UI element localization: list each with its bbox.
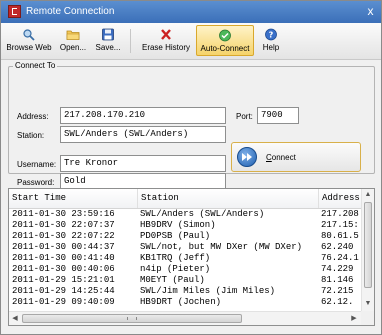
history-row[interactable]: 2011-01-30 22:07:37 HB9DRV (Simon) 217.15: — [9, 220, 361, 231]
save-button[interactable]: Save... — [91, 25, 125, 56]
address-field[interactable]: 217.208.170.210 — [60, 107, 226, 124]
help-icon: ? — [264, 28, 278, 41]
history-row[interactable]: 2011-01-30 00:44:37 SWL/not, but MW DXer … — [9, 242, 361, 253]
username-label: Username: — [17, 160, 57, 169]
connect-to-legend: Connect To — [13, 61, 58, 70]
scroll-left-icon[interactable]: ◀ — [9, 312, 21, 325]
connect-button[interactable]: Connect — [231, 142, 361, 172]
column-header-start-time[interactable]: Start Time — [12, 193, 66, 203]
station-field[interactable]: SWL/Anders (SWL/Anders) — [60, 126, 226, 143]
port-label: Port: — [236, 112, 253, 121]
help-label: Help — [262, 43, 280, 52]
open-label: Open... — [59, 43, 87, 52]
row-station: HB9DRV (Simon) — [140, 220, 216, 230]
row-station: SWL/not, but MW DXer (MW DXer) — [140, 242, 303, 252]
row-start-time: 2011-01-30 00:41:40 — [12, 253, 115, 263]
address-label: Address: — [17, 112, 49, 121]
browse-web-button[interactable]: Browse Web — [4, 25, 54, 56]
toolbar: Browse Web Open... Save... Erase History — [1, 23, 381, 60]
history-row[interactable]: 2011-01-30 00:41:40 KB1TRQ (Jeff) 76.24.1 — [9, 253, 361, 264]
title-bar[interactable]: Remote Connection x — [1, 1, 381, 23]
history-row[interactable]: 2011-01-30 23:59:16 SWL/Anders (SWL/Ander… — [9, 209, 361, 220]
horizontal-scrollbar[interactable]: ◀ ▶ — [9, 311, 361, 325]
row-address: 217.15: — [321, 220, 359, 230]
close-button[interactable]: x — [364, 5, 377, 18]
browse-web-label: Browse Web — [6, 43, 52, 52]
row-address: 80.61.5 — [321, 231, 359, 241]
horizontal-scroll-thumb[interactable] — [22, 314, 242, 323]
row-start-time: 2011-01-29 14:25:44 — [12, 286, 115, 296]
row-address: 76.24.1 — [321, 253, 359, 263]
column-header-station[interactable]: Station — [141, 193, 179, 203]
row-start-time: 2011-01-30 22:07:37 — [12, 220, 115, 230]
port-field[interactable]: 7900 — [257, 107, 299, 124]
row-address: 81.146 — [321, 275, 354, 285]
column-divider[interactable] — [318, 189, 319, 208]
row-start-time: 2011-01-30 00:40:06 — [12, 264, 115, 274]
open-button[interactable]: Open... — [56, 25, 90, 56]
row-station: SWL/Anders (SWL/Anders) — [140, 209, 265, 219]
auto-connect-label: Auto-Connect — [200, 44, 250, 53]
green-check-icon — [218, 29, 232, 42]
erase-history-button[interactable]: Erase History — [137, 25, 195, 56]
scroll-right-icon[interactable]: ▶ — [348, 312, 360, 325]
row-start-time: 2011-01-29 09:40:09 — [12, 297, 115, 307]
column-header-address[interactable]: Address — [322, 193, 360, 203]
grip-icon — [127, 317, 137, 320]
username-field[interactable]: Tre Kronor — [60, 155, 226, 172]
help-button[interactable]: ? Help — [258, 25, 284, 56]
erase-history-label: Erase History — [141, 43, 190, 52]
history-list[interactable]: Start Time Station Address 2011-01-30 23… — [8, 188, 375, 326]
row-address: 62.12. — [321, 297, 354, 307]
station-label: Station: — [17, 131, 45, 140]
connect-arrow-icon — [237, 147, 257, 167]
row-start-time: 2011-01-29 15:21:01 — [12, 275, 115, 285]
scrollbar-corner — [361, 311, 374, 325]
row-address: 62.240 — [321, 242, 354, 252]
folder-icon — [66, 28, 80, 41]
scroll-up-icon[interactable]: ▲ — [362, 189, 374, 201]
row-station: SWL/Jim Miles (Jim Miles) — [140, 286, 276, 296]
history-row[interactable]: 2011-01-30 00:40:06 n4ip (Pieter) 74.229 — [9, 264, 361, 275]
row-start-time: 2011-01-30 22:07:22 — [12, 231, 115, 241]
connect-label: Connect — [266, 153, 296, 162]
vertical-scroll-thumb[interactable] — [364, 202, 372, 288]
row-address: 217.208 — [321, 209, 359, 219]
app-icon — [8, 5, 21, 18]
password-label: Password: — [17, 178, 55, 187]
history-rows: 2011-01-30 23:59:16 SWL/Anders (SWL/Ander… — [9, 209, 361, 309]
save-label: Save... — [95, 43, 121, 52]
history-header: Start Time Station Address — [9, 189, 361, 209]
auto-connect-button[interactable]: Auto-Connect — [196, 25, 254, 56]
row-station: KB1TRQ (Jeff) — [140, 253, 211, 263]
vertical-scrollbar[interactable]: ▲ ▼ — [361, 189, 374, 311]
row-station: PD0PSB (Paul) — [140, 231, 211, 241]
row-station: HB9DRT (Jochen) — [140, 297, 222, 307]
history-row[interactable]: 2011-01-29 14:25:44 SWL/Jim Miles (Jim Mi… — [9, 286, 361, 297]
row-address: 72.215 — [321, 286, 354, 296]
history-row[interactable]: 2011-01-29 09:40:09 HB9DRT (Jochen) 62.12. — [9, 297, 361, 308]
remote-connection-window: Remote Connection x Browse Web Open... S… — [0, 0, 382, 335]
row-station: M0EYT (Paul) — [140, 275, 205, 285]
row-station: n4ip (Pieter) — [140, 264, 211, 274]
red-x-icon — [159, 28, 173, 41]
svg-text:?: ? — [269, 31, 274, 40]
history-row[interactable]: 2011-01-29 15:21:01 M0EYT (Paul) 81.146 — [9, 275, 361, 286]
toolbar-separator — [130, 29, 131, 53]
window-title: Remote Connection — [26, 6, 115, 17]
magnifier-icon — [22, 28, 36, 41]
row-start-time: 2011-01-30 00:44:37 — [12, 242, 115, 252]
floppy-disk-icon — [101, 28, 115, 41]
column-divider[interactable] — [137, 189, 138, 208]
scroll-down-icon[interactable]: ▼ — [362, 298, 374, 310]
row-start-time: 2011-01-30 23:59:16 — [12, 209, 115, 219]
row-address: 74.229 — [321, 264, 354, 274]
history-row[interactable]: 2011-01-30 22:07:22 PD0PSB (Paul) 80.61.5 — [9, 231, 361, 242]
